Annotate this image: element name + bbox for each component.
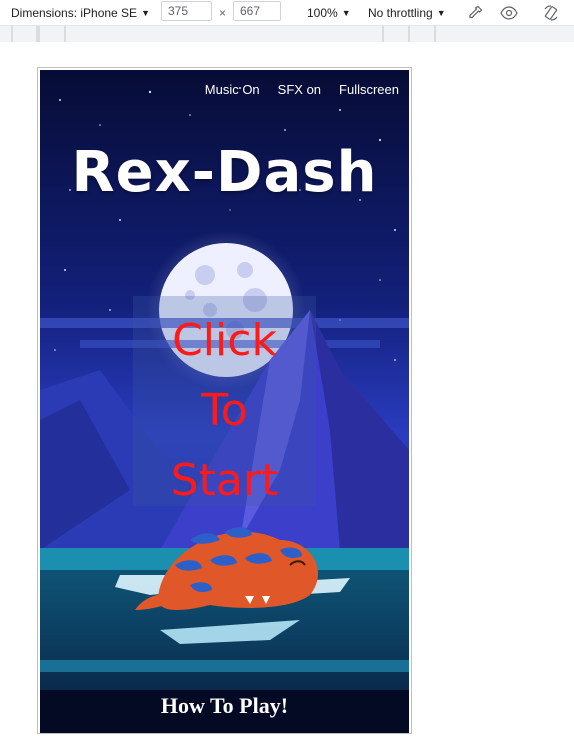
- music-toggle[interactable]: Music On: [205, 82, 260, 97]
- times-sign: ×: [219, 5, 227, 20]
- dimensions-label: Dimensions: iPhone SE: [11, 5, 138, 20]
- zoom-dropdown[interactable]: 100% ▼: [307, 4, 351, 21]
- start-line-3: Start: [170, 455, 279, 506]
- height-input[interactable]: 667: [233, 1, 281, 21]
- fullscreen-button[interactable]: Fullscreen: [339, 82, 399, 97]
- sfx-toggle[interactable]: SFX on: [278, 82, 321, 97]
- game-scene[interactable]: Music On SFX on Fullscreen Rex-Dash Clic…: [40, 70, 409, 733]
- eyedropper-icon[interactable]: [467, 4, 483, 21]
- game-title: Rex-Dash: [71, 140, 378, 205]
- zoom-label: 100%: [307, 5, 338, 20]
- how-to-play-button[interactable]: How To Play!: [40, 693, 409, 719]
- devtools-toolbar: Dimensions: iPhone SE ▼ 375 × 667 100% ▼…: [0, 0, 574, 26]
- eye-icon[interactable]: [500, 4, 518, 21]
- rotate-icon[interactable]: [542, 4, 560, 21]
- start-line-1: Click: [172, 315, 277, 366]
- caret-down-icon: ▼: [436, 7, 446, 18]
- click-to-start-button[interactable]: Click To Start: [133, 306, 316, 516]
- game-top-menu: Music On SFX on Fullscreen: [205, 82, 399, 97]
- caret-down-icon: ▼: [141, 7, 150, 18]
- media-query-ruler[interactable]: [0, 26, 574, 42]
- throttling-label: No throttling: [368, 5, 433, 20]
- throttling-dropdown[interactable]: No throttling ▼: [368, 4, 446, 21]
- caret-down-icon: ▼: [341, 7, 351, 18]
- width-input[interactable]: 375: [161, 1, 212, 21]
- device-dimensions-dropdown[interactable]: Dimensions: iPhone SE ▼: [11, 4, 150, 21]
- device-viewport: Music On SFX on Fullscreen Rex-Dash Clic…: [37, 67, 412, 734]
- start-line-2: To: [201, 385, 248, 436]
